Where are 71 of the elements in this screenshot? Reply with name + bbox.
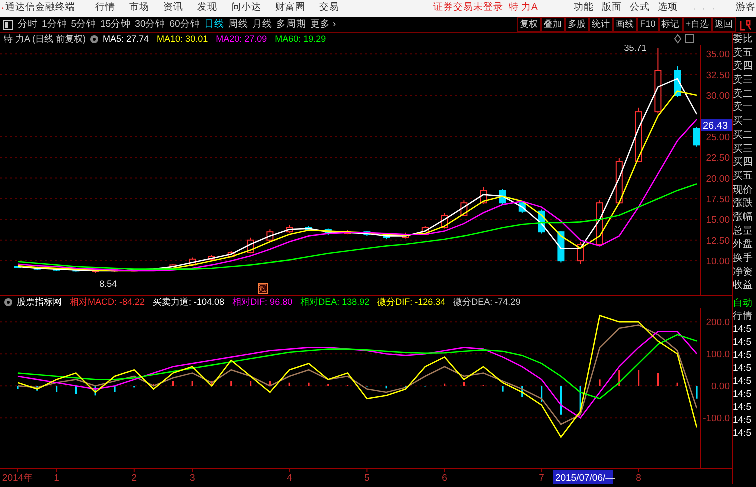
quote-label: 买一 [733, 115, 754, 129]
login-notice: 证券交易未登录 特 力A [434, 1, 538, 16]
quote-label: 收益 [733, 279, 754, 294]
quote-label: 卖三 [733, 74, 754, 88]
indicator-value: MA10: 30.01 [157, 33, 208, 45]
time-label: 14:5 [733, 414, 752, 427]
quote-label: 外盘 [733, 238, 754, 252]
indicator-value: 相对MACD: -84.22 [70, 296, 146, 308]
price-annotation: 8.54 [100, 279, 118, 290]
axis-label: 4 [286, 473, 292, 484]
axis-label: 32.50 [706, 70, 730, 82]
event-marker: 冠 [258, 283, 268, 294]
time-label: 14:5 [733, 427, 752, 440]
indicator-value: 相对DEA: 138.92 [300, 296, 370, 308]
axis-label: 7 [539, 473, 544, 484]
axis-label: 100.0 [706, 350, 730, 361]
quote-label: 买四 [733, 156, 754, 170]
indicator-value: 微分DEA: -74.29 [454, 296, 521, 308]
time-label: 14:5 [733, 388, 752, 401]
quote-label: 卖四 [733, 60, 754, 74]
quote-label: 涨幅 [733, 210, 754, 225]
indicator-name: 股票指标网 [17, 296, 62, 308]
quote-label: 买三 [733, 142, 754, 156]
axis-label: 10.00 [706, 256, 730, 268]
indicator-value: MA20: 27.09 [216, 33, 268, 45]
axis-label: 3 [190, 473, 196, 484]
quote-label: 买五 [733, 170, 754, 184]
indicator-value: MA60: 19.29 [275, 33, 326, 45]
quote-label: 换手 [733, 252, 754, 266]
axis-label: 20.00 [706, 174, 730, 185]
indicator-value: 微分DIF: -126.34 [378, 296, 446, 308]
quote-label: 总量 [733, 224, 754, 238]
chart-title: 特 力A (日线 前复权) [4, 33, 86, 45]
time-label: 14:5 [733, 362, 752, 375]
axis-label: 25.00 [706, 132, 730, 144]
axis-label: 2014年 [2, 473, 34, 484]
axis-label: -100.0 [703, 414, 730, 425]
axis-label: 17.50 [706, 194, 730, 206]
axis-label: 1 [54, 473, 60, 484]
quote-label: 卖二 [733, 88, 754, 102]
indicator-value: 买卖力道: -104.08 [153, 296, 225, 308]
axis-label: 5 [364, 473, 370, 484]
quote-label: 卖五 [733, 46, 754, 60]
indicator-value: 相对DIF: 96.80 [232, 296, 293, 308]
indicator-value: MA5: 27.74 [103, 33, 150, 45]
time-label: 14:5 [733, 336, 752, 349]
app-name: 通达信金融终端 [6, 1, 76, 16]
axis-label: 0.00 [712, 382, 730, 393]
axis-label: 2 [132, 473, 138, 484]
axis-label: 35.00 [706, 50, 730, 61]
quote-label: 卖一 [733, 101, 754, 116]
time-label: 14:5 [733, 323, 752, 336]
quote-label: 委比 [733, 33, 754, 47]
quote-label: 涨跌 [733, 197, 754, 211]
axis-label: 30.00 [706, 91, 730, 102]
time-label: 14:5 [733, 375, 752, 388]
axis-label: 200.0 [706, 318, 730, 329]
axis-label: 15.00 [706, 215, 730, 226]
axis-label: 22.50 [706, 153, 730, 164]
quote-label: 买二 [733, 128, 754, 142]
time-label: 14:5 [733, 349, 752, 362]
panel-label: 自动 [733, 297, 754, 310]
price-annotation: 35.71 [624, 45, 647, 54]
current-price-label: 26.43 [701, 119, 732, 132]
axis-label: 6 [442, 473, 448, 484]
quote-label: 净资 [733, 266, 754, 280]
quote-label: 现价 [733, 184, 754, 198]
time-label: 14:5 [733, 401, 752, 414]
axis-label: 12.50 [706, 236, 730, 247]
panel-label: 行情 [733, 310, 754, 323]
axis-label: 8 [636, 473, 642, 484]
